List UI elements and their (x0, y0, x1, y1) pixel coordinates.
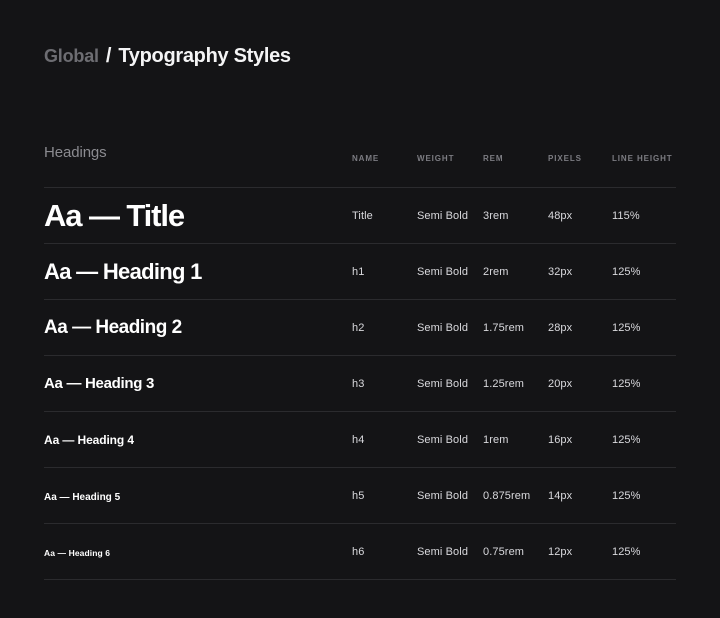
headings-table: Headings NAME WEIGHT REM PIXELS LINE HEI… (44, 144, 676, 580)
table-row[interactable]: Aa — Heading 1 h1 Semi Bold 2rem 32px 12… (44, 244, 676, 300)
table-header-row: Headings NAME WEIGHT REM PIXELS LINE HEI… (44, 144, 676, 188)
cell-rem: 2rem (483, 266, 509, 278)
cell-weight: Semi Bold (417, 434, 469, 446)
cell-name: h5 (352, 490, 365, 502)
cell-line-height: 115% (612, 210, 640, 222)
cell-rem: 0.75rem (483, 546, 525, 558)
cell-weight: Semi Bold (417, 490, 469, 502)
cell-weight: Semi Bold (417, 378, 469, 390)
cell-weight: Semi Bold (417, 210, 469, 222)
cell-rem: 1.25rem (483, 378, 525, 390)
table-row[interactable]: Aa — Heading 4 h4 Semi Bold 1rem 16px 12… (44, 412, 676, 468)
type-sample: Aa — Heading 1 (44, 259, 202, 285)
table-row[interactable]: Aa — Heading 6 h6 Semi Bold 0.75rem 12px… (44, 524, 676, 580)
cell-weight: Semi Bold (417, 322, 469, 334)
type-sample: Aa — Heading 5 (44, 492, 121, 503)
type-sample: Aa — Heading 4 (44, 433, 134, 447)
column-header-name: NAME (352, 154, 380, 163)
cell-pixels: 16px (548, 434, 573, 446)
row-divider (44, 579, 676, 580)
cell-line-height: 125% (612, 322, 641, 334)
breadcrumb-parent[interactable]: Global (44, 46, 99, 67)
cell-pixels: 14px (548, 490, 573, 502)
cell-weight: Semi Bold (417, 266, 469, 278)
cell-name: h6 (352, 546, 365, 558)
breadcrumb: Global / Typography Styles (44, 45, 291, 68)
cell-rem: 3rem (483, 210, 509, 222)
cell-line-height: 125% (612, 266, 641, 278)
type-sample: Aa — Heading 3 (44, 375, 154, 392)
cell-line-height: 125% (612, 490, 641, 502)
column-header-pixels: PIXELS (548, 154, 582, 163)
column-header-weight: WEIGHT (417, 154, 455, 163)
cell-line-height: 125% (612, 434, 641, 446)
table-row[interactable]: Aa — Heading 5 h5 Semi Bold 0.875rem 14p… (44, 468, 676, 524)
table-row[interactable]: Aa — Title Title Semi Bold 3rem 48px 115… (44, 188, 676, 244)
cell-name: h3 (352, 378, 365, 390)
column-header-line-height: LINE HEIGHT (612, 154, 673, 163)
cell-rem: 0.875rem (483, 490, 531, 502)
typography-styles-page: Global / Typography Styles Headings NAME… (0, 0, 720, 618)
cell-pixels: 28px (548, 322, 573, 334)
page-title: Typography Styles (118, 45, 291, 67)
cell-name: h1 (352, 266, 365, 278)
section-label: Headings (44, 144, 107, 161)
cell-rem: 1.75rem (483, 322, 525, 334)
cell-rem: 1rem (483, 434, 509, 446)
cell-name: Title (352, 210, 373, 222)
cell-pixels: 48px (548, 210, 573, 222)
table-row[interactable]: Aa — Heading 3 h3 Semi Bold 1.25rem 20px… (44, 356, 676, 412)
cell-name: h2 (352, 322, 365, 334)
cell-pixels: 20px (548, 378, 573, 390)
type-sample: Aa — Heading 2 (44, 317, 182, 339)
cell-line-height: 125% (612, 378, 641, 390)
type-sample: Aa — Title (44, 198, 185, 234)
cell-name: h4 (352, 434, 365, 446)
table-row[interactable]: Aa — Heading 2 h2 Semi Bold 1.75rem 28px… (44, 300, 676, 356)
cell-pixels: 12px (548, 546, 573, 558)
column-header-rem: REM (483, 154, 504, 163)
type-sample: Aa — Heading 6 (44, 548, 111, 558)
cell-line-height: 125% (612, 546, 641, 558)
breadcrumb-separator: / (105, 45, 112, 67)
cell-pixels: 32px (548, 266, 573, 278)
cell-weight: Semi Bold (417, 546, 469, 558)
